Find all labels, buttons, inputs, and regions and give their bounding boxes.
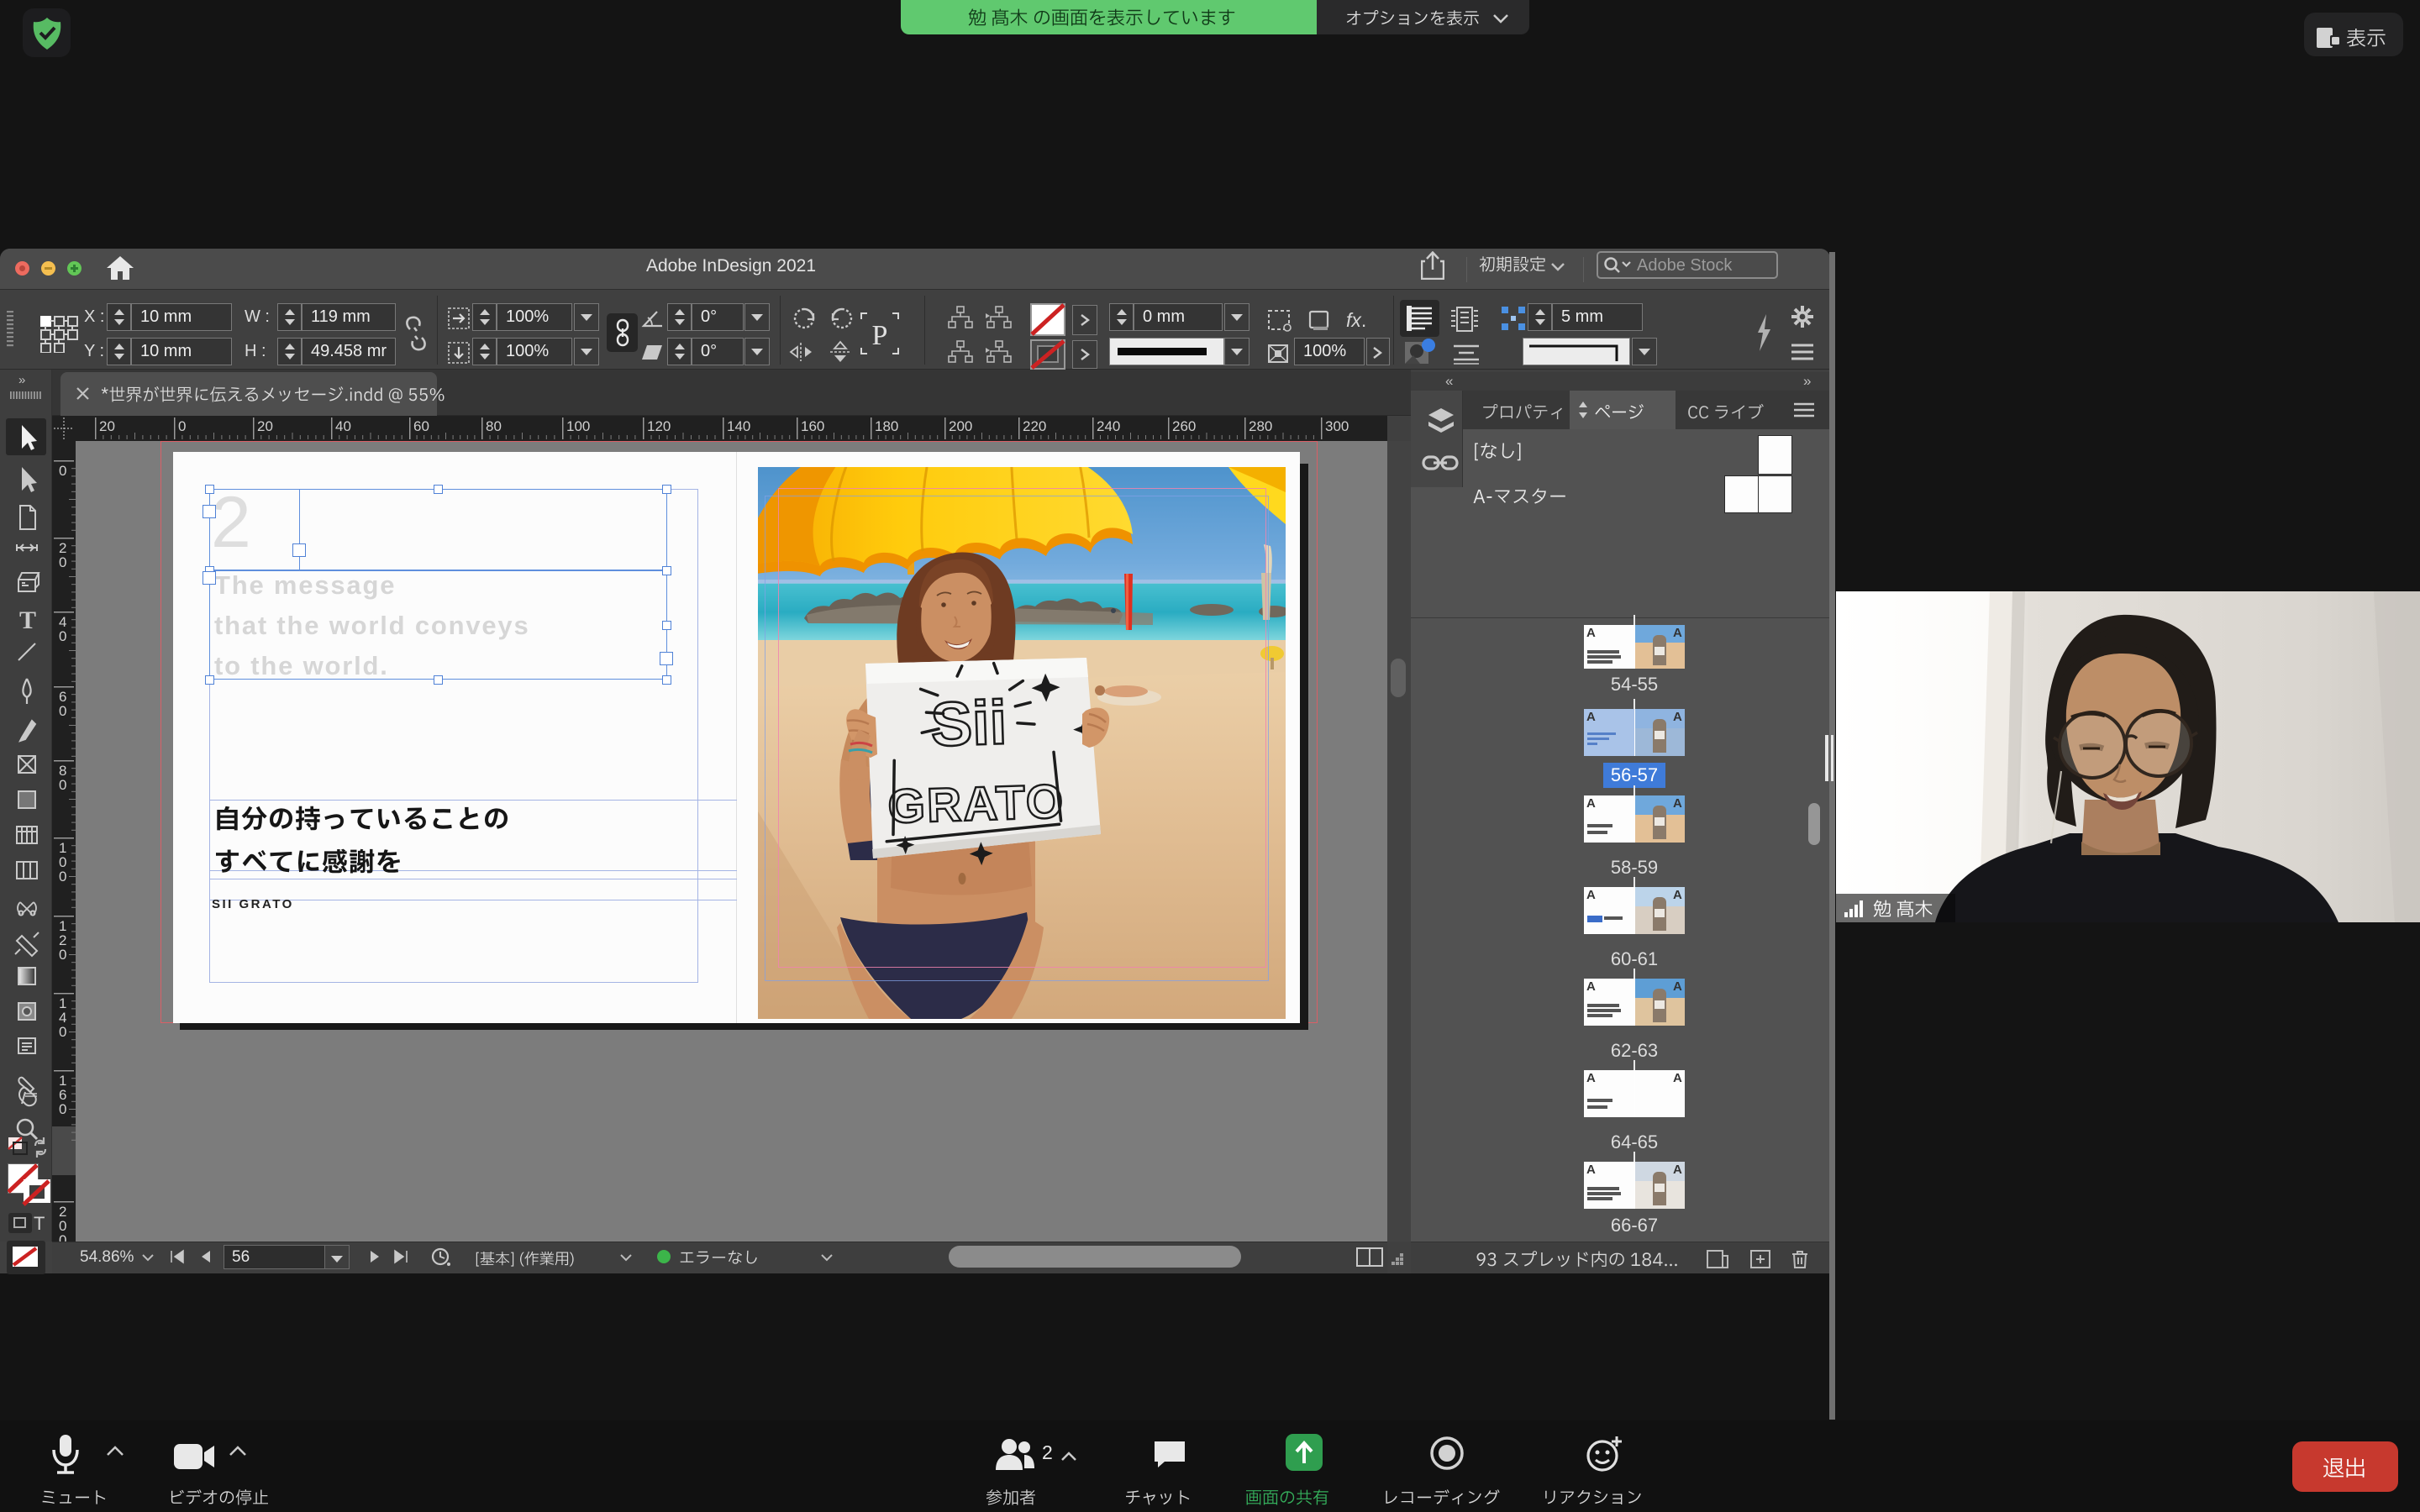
- svg-text:220: 220: [1023, 418, 1046, 434]
- svg-text:60: 60: [413, 418, 429, 434]
- svg-text:0: 0: [59, 1101, 66, 1117]
- svg-text:0: 0: [59, 777, 66, 793]
- svg-text:140: 140: [727, 418, 750, 434]
- svg-text:200: 200: [949, 418, 972, 434]
- svg-text:0: 0: [59, 463, 66, 479]
- svg-text:20: 20: [257, 418, 273, 434]
- svg-text:0: 0: [59, 947, 66, 963]
- svg-text:280: 280: [1249, 418, 1272, 434]
- svg-text:0: 0: [59, 628, 66, 644]
- svg-text:20: 20: [99, 418, 115, 434]
- svg-text:T: T: [19, 606, 36, 634]
- svg-text:100: 100: [566, 418, 590, 434]
- svg-text:260: 260: [1172, 418, 1196, 434]
- svg-text:120: 120: [647, 418, 671, 434]
- svg-text:0: 0: [59, 554, 66, 570]
- svg-text:300: 300: [1325, 418, 1349, 434]
- svg-text:P: P: [872, 320, 888, 351]
- svg-text:0: 0: [59, 1024, 66, 1040]
- svg-text:240: 240: [1097, 418, 1120, 434]
- svg-text:0: 0: [59, 869, 66, 885]
- svg-text:0: 0: [59, 703, 66, 719]
- svg-text:40: 40: [335, 418, 351, 434]
- svg-text:80: 80: [486, 418, 502, 434]
- svg-text:0: 0: [178, 418, 186, 434]
- svg-text:160: 160: [801, 418, 824, 434]
- svg-text:180: 180: [875, 418, 898, 434]
